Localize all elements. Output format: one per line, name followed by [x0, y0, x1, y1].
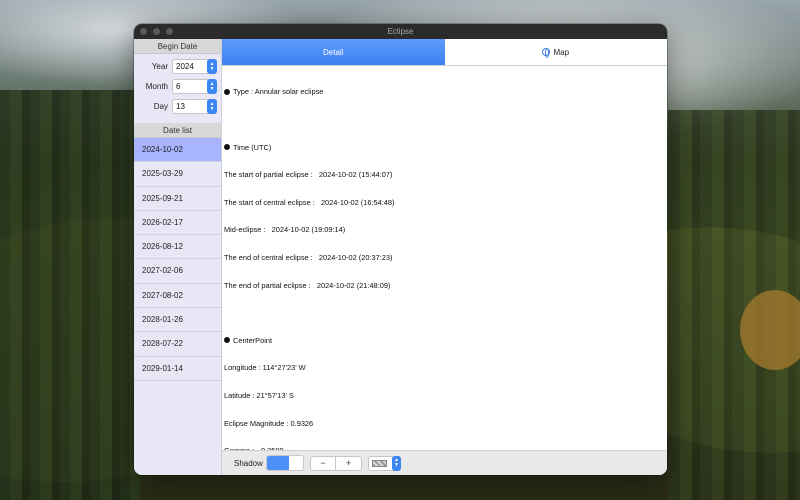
date-list-item[interactable]: 2027-02-06: [134, 259, 221, 284]
tab-map-label: Map: [553, 48, 570, 57]
centerpoint-line: Eclipse Magnitude : 0.9326: [224, 418, 314, 428]
year-value: 2024: [176, 62, 194, 71]
year-label: Year: [151, 62, 168, 71]
month-value: 6: [176, 82, 181, 91]
month-label: Month: [145, 82, 168, 91]
centerpoint-line: Latitude : 21°57'13' S: [224, 391, 294, 401]
zoom-segmented-control: − +: [309, 455, 362, 471]
minimize-button[interactable]: [153, 28, 160, 35]
date-list-item[interactable]: 2025-03-29: [134, 162, 221, 187]
title-bar: Eclipse: [134, 24, 667, 39]
chevron-updown-icon[interactable]: ▲ ▼: [207, 99, 217, 114]
type-line: Type : Annular solar eclipse: [224, 87, 667, 96]
zoom-button[interactable]: [166, 28, 173, 35]
color-swatch-icon: [371, 459, 387, 467]
app-window: Eclipse Begin Date Year 2024 ▲ ▼ Month 6 …: [134, 24, 667, 475]
bullet-icon: [224, 337, 230, 344]
tab-detail[interactable]: Detail: [222, 39, 445, 65]
date-list-item[interactable]: 2029-01-14: [134, 356, 221, 381]
time-line: The end of partial eclipse : 2024-10-02 …: [224, 280, 391, 290]
date-list-item[interactable]: 2027-08-02: [134, 283, 221, 309]
minus-button[interactable]: −: [311, 457, 336, 470]
centerpoint-line: Longitude : 114°27'23' W: [224, 363, 306, 373]
date-list-item[interactable]: 2028-01-26: [134, 308, 221, 333]
year-combo[interactable]: 2024 ▲ ▼: [172, 59, 217, 74]
sidebar: Begin Date Year 2024 ▲ ▼ Month 6 ▲ ▼ Day 1…: [134, 39, 222, 475]
time-line: The start of central eclipse : 2024-10-0…: [224, 197, 395, 207]
time-line: The end of central eclipse : 2024-10-02 …: [224, 253, 393, 263]
time-header: Time (UTC): [224, 143, 667, 152]
date-list-item[interactable]: 2026-02-17: [134, 210, 221, 236]
year-row: Year 2024 ▲ ▼: [134, 57, 221, 76]
date-list-item[interactable]: 2025-09-21: [134, 186, 221, 211]
globe-icon: [542, 48, 551, 58]
date-list-header: Date list: [134, 123, 221, 138]
detail-text: Type : Annular solar eclipse Time (UTC) …: [222, 66, 667, 474]
window-title: Eclipse: [387, 27, 414, 36]
main-panel: Detail Map Type : Annular solar eclipse …: [222, 39, 667, 475]
tab-bar: Detail Map: [222, 39, 667, 66]
day-label: Day: [153, 102, 168, 111]
chevron-updown-icon[interactable]: ▲ ▼: [391, 455, 401, 471]
tab-map[interactable]: Map: [444, 39, 667, 65]
day-row: Day 13 ▲ ▼: [134, 97, 221, 116]
forest-left: [0, 90, 140, 500]
chevron-updown-icon[interactable]: ▲ ▼: [207, 79, 217, 94]
shadow-toggle[interactable]: [265, 455, 304, 471]
date-list-item[interactable]: 2028-07-22: [134, 332, 221, 357]
month-combo[interactable]: 6 ▲ ▼: [172, 79, 217, 94]
centerpoint-header: CenterPoint: [224, 336, 667, 345]
date-list: 2024-10-02 2025-03-29 2025-09-21 2026-02…: [134, 138, 221, 381]
window-controls: [140, 28, 173, 35]
bullet-icon: [224, 88, 230, 95]
shadow-color-popup[interactable]: ▲ ▼: [367, 455, 401, 471]
time-line: The start of partial eclipse : 2024-10-0…: [224, 170, 393, 180]
time-line: Mid-eclipse : 2024-10-02 (19:09:14): [224, 225, 346, 235]
day-value: 13: [176, 102, 185, 111]
chevron-updown-icon[interactable]: ▲ ▼: [207, 59, 217, 74]
begin-date-header: Begin Date: [134, 39, 221, 54]
plus-button[interactable]: +: [335, 456, 361, 470]
close-button[interactable]: [140, 28, 147, 35]
date-list-item[interactable]: 2024-10-02: [134, 138, 221, 163]
bullet-icon: [224, 144, 230, 151]
month-row: Month 6 ▲ ▼: [134, 77, 221, 96]
bottom-toolbar: Shadow − + ▲ ▼: [222, 450, 667, 475]
day-combo[interactable]: 13 ▲ ▼: [172, 99, 217, 114]
date-list-item[interactable]: 2026-08-12: [134, 235, 221, 260]
shadow-label: Shadow: [234, 458, 263, 468]
